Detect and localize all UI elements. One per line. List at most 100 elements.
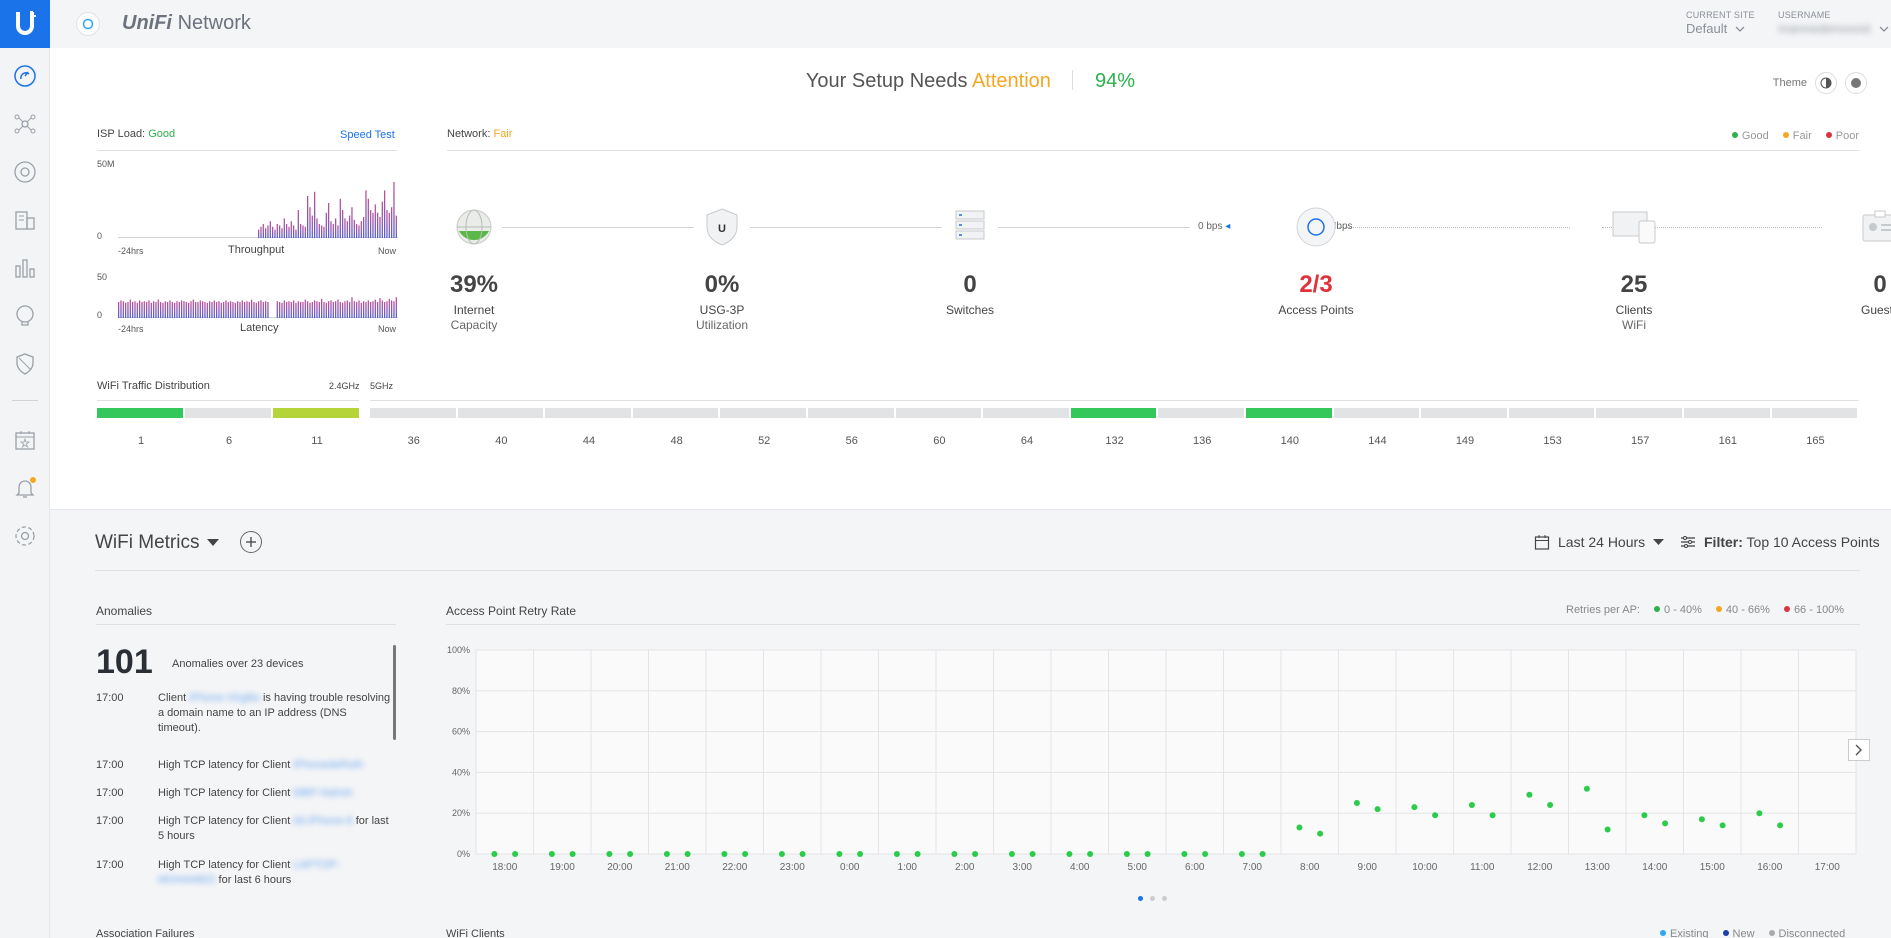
status-ring-icon[interactable] bbox=[76, 12, 100, 36]
retry-point[interactable] bbox=[663, 851, 670, 857]
retry-point[interactable] bbox=[951, 851, 958, 857]
retry-point[interactable] bbox=[1008, 851, 1015, 857]
map-icon[interactable] bbox=[13, 208, 37, 232]
retry-point[interactable] bbox=[1353, 800, 1360, 806]
user-menu[interactable]: USERNAME mannedenvoost bbox=[1778, 10, 1889, 36]
retry-point[interactable] bbox=[1411, 804, 1418, 811]
pager-dot-2[interactable] bbox=[1150, 896, 1155, 901]
pager-dot-1[interactable] bbox=[1138, 896, 1143, 901]
retry-point[interactable] bbox=[1604, 826, 1611, 833]
retry-point[interactable] bbox=[1296, 824, 1303, 831]
retry-point[interactable] bbox=[1259, 851, 1266, 857]
latency-bar bbox=[283, 300, 285, 318]
settings-icon[interactable] bbox=[13, 524, 37, 548]
retry-point[interactable] bbox=[1756, 810, 1763, 817]
anomaly-item[interactable]: 17:00 High TCP latency for Client LAPTOP-… bbox=[96, 858, 392, 888]
statistics-icon[interactable] bbox=[13, 256, 37, 280]
chart-next-button[interactable] bbox=[1848, 739, 1870, 761]
site-selector[interactable]: CURRENT SITE Default bbox=[1686, 10, 1755, 36]
retry-point[interactable] bbox=[1662, 820, 1669, 827]
retry-point[interactable] bbox=[1777, 822, 1784, 829]
device-guests[interactable]: 0 Guests bbox=[1810, 203, 1891, 317]
retry-point[interactable] bbox=[1066, 851, 1073, 857]
retry-point[interactable] bbox=[914, 851, 921, 857]
anomaly-item[interactable]: 17:00 Client iPhone-Virgilio is having tr… bbox=[96, 691, 392, 736]
topology-icon[interactable] bbox=[13, 112, 37, 136]
gateway-shield-icon: U bbox=[706, 208, 738, 246]
retry-point[interactable] bbox=[1719, 822, 1726, 829]
anomaly-time: 17:00 bbox=[96, 859, 124, 871]
latency-bar bbox=[199, 300, 201, 318]
anomaly-item[interactable]: 17:00 High TCP latency for Client Ali-iPh… bbox=[96, 814, 392, 844]
devices-icon[interactable] bbox=[13, 160, 37, 184]
retry-point[interactable] bbox=[1144, 851, 1151, 857]
device-internet[interactable]: 39% Internet Capacity bbox=[404, 203, 544, 332]
anomaly-client[interactable]: MBP-Nahsh bbox=[293, 787, 352, 799]
retry-point[interactable] bbox=[606, 851, 613, 857]
device-switches[interactable]: 0 Switches bbox=[900, 203, 1040, 317]
anomaly-client[interactable]: Ali-iPhone-8 bbox=[293, 815, 353, 827]
ubiquiti-logo[interactable] bbox=[0, 0, 50, 48]
throughput-bar bbox=[293, 225, 295, 238]
filter-selector[interactable]: Filter: Top 10 Access Points bbox=[1680, 534, 1880, 550]
retry-point[interactable] bbox=[1489, 812, 1496, 819]
speed-test-link[interactable]: Speed Test bbox=[340, 129, 395, 141]
anomalies-scrollbar[interactable] bbox=[393, 645, 396, 740]
retry-point[interactable] bbox=[1468, 802, 1475, 808]
dashboard-icon[interactable] bbox=[13, 64, 37, 88]
retry-point[interactable] bbox=[684, 851, 691, 857]
retry-point[interactable] bbox=[1123, 851, 1130, 857]
theme-contrast-icon[interactable] bbox=[1815, 72, 1837, 94]
device-access-points[interactable]: 2/3 Access Points bbox=[1246, 203, 1386, 317]
retry-point[interactable] bbox=[1202, 851, 1209, 857]
anomaly-client[interactable]: iPhonedeRuth bbox=[293, 759, 363, 771]
alerts-icon[interactable] bbox=[13, 476, 37, 500]
throughput-bar bbox=[395, 215, 397, 238]
insights-icon[interactable] bbox=[13, 304, 37, 328]
latency-bar bbox=[246, 301, 248, 318]
theme-dark-icon[interactable] bbox=[1845, 72, 1867, 94]
access-points-value: 2/3 bbox=[1299, 271, 1333, 298]
latency-bar bbox=[169, 300, 171, 318]
retry-point[interactable] bbox=[491, 851, 498, 857]
retry-point[interactable] bbox=[857, 851, 864, 857]
retry-point[interactable] bbox=[1029, 851, 1036, 857]
anomaly-item[interactable]: 17:00 High TCP latency for Client iPhoned… bbox=[96, 758, 392, 773]
retry-point[interactable] bbox=[778, 851, 785, 857]
security-icon[interactable] bbox=[13, 352, 37, 376]
retry-point[interactable] bbox=[721, 851, 728, 857]
retry-point[interactable] bbox=[1087, 851, 1094, 857]
retry-point[interactable] bbox=[893, 851, 900, 857]
retry-point[interactable] bbox=[836, 851, 843, 857]
throughput-bar bbox=[286, 224, 288, 238]
events-icon[interactable] bbox=[13, 428, 37, 452]
channel-bar-149 bbox=[1421, 408, 1507, 418]
retry-point[interactable] bbox=[1238, 851, 1245, 857]
anomaly-client[interactable]: iPhone-Virgilio bbox=[189, 692, 260, 704]
retry-point[interactable] bbox=[1181, 851, 1188, 857]
retry-point[interactable] bbox=[569, 851, 576, 857]
retry-point[interactable] bbox=[1374, 806, 1381, 813]
pager-dot-3[interactable] bbox=[1162, 896, 1167, 901]
time-range-selector[interactable]: Last 24 Hours bbox=[1534, 534, 1665, 550]
retry-point[interactable] bbox=[512, 851, 519, 857]
device-gateway[interactable]: U 0% USG-3P Utilization bbox=[652, 203, 792, 332]
retry-point[interactable] bbox=[1317, 830, 1324, 837]
calendar-icon bbox=[1534, 535, 1550, 550]
retry-point[interactable] bbox=[1583, 785, 1590, 792]
retry-point[interactable] bbox=[548, 851, 555, 857]
retry-point[interactable] bbox=[1547, 802, 1554, 808]
throughput-bar bbox=[374, 204, 376, 238]
retry-point[interactable] bbox=[627, 851, 634, 857]
retry-point[interactable] bbox=[972, 851, 979, 857]
retry-point[interactable] bbox=[1698, 816, 1705, 823]
retry-point[interactable] bbox=[1641, 812, 1648, 819]
anomaly-item[interactable]: 17:00 High TCP latency for Client MBP-Nah… bbox=[96, 786, 392, 801]
wifi-metrics-dropdown[interactable]: WiFi Metrics bbox=[95, 532, 220, 554]
retry-point[interactable] bbox=[799, 851, 806, 857]
retry-point[interactable] bbox=[742, 851, 749, 857]
retry-point[interactable] bbox=[1432, 812, 1439, 819]
device-clients[interactable]: 25 Clients WiFi bbox=[1564, 203, 1704, 332]
retry-point[interactable] bbox=[1526, 791, 1533, 798]
add-metric-button[interactable] bbox=[240, 531, 262, 553]
